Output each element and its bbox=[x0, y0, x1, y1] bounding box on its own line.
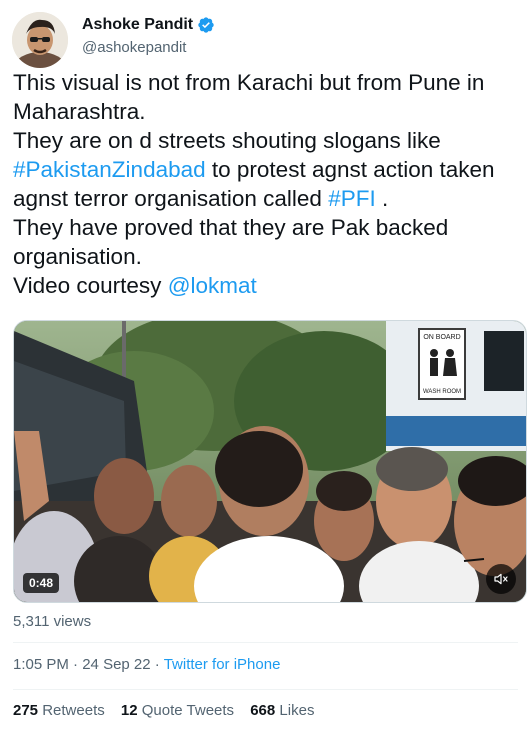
tweet-text-line: agnst terror organisation called #PFI . bbox=[13, 184, 518, 213]
hashtag-link[interactable]: #PFI bbox=[328, 186, 376, 211]
retweets-stat[interactable]: 275 Retweets bbox=[13, 702, 105, 719]
video-duration: 0:48 bbox=[23, 573, 60, 593]
video-player[interactable]: ON BOARD WASH ROOM 0:48 bbox=[13, 320, 527, 603]
meta-separator: · bbox=[68, 656, 83, 673]
tweet-text-line: Video courtesy @lokmat bbox=[13, 271, 518, 300]
mention-link[interactable]: @lokmat bbox=[168, 273, 257, 298]
tweet-text-segment: Maharashtra. bbox=[13, 99, 146, 124]
likes-stat[interactable]: 668 Likes bbox=[250, 702, 314, 719]
display-name[interactable]: Ashoke Pandit bbox=[82, 16, 193, 34]
tweet-source-link[interactable]: Twitter for iPhone bbox=[164, 656, 281, 673]
tweet-text-segment: They are on d streets shouting slogans l… bbox=[13, 128, 441, 153]
hashtag-link[interactable]: #PakistanZindabad bbox=[13, 157, 206, 182]
bus-sign-bottom: WASH ROOM bbox=[423, 389, 461, 395]
mute-button[interactable] bbox=[486, 564, 516, 594]
quote-tweets-stat[interactable]: 12 Quote Tweets bbox=[121, 702, 234, 719]
engagement-stats: 275 Retweets 12 Quote Tweets 668 Likes bbox=[13, 702, 326, 719]
tweet-text-line: They have proved that they are Pak backe… bbox=[13, 213, 518, 242]
tweet-time[interactable]: 1:05 PM bbox=[13, 656, 69, 673]
divider bbox=[13, 642, 518, 643]
tweet-text: This visual is not from Karachi but from… bbox=[13, 68, 518, 300]
bus-sign-top: ON BOARD bbox=[423, 334, 460, 341]
tweet-date[interactable]: 24 Sep 22 bbox=[82, 656, 150, 673]
speaker-muted-icon bbox=[494, 573, 508, 585]
handle[interactable]: @ashokepandit bbox=[82, 39, 215, 56]
avatar-photo bbox=[12, 12, 68, 68]
view-count: 5,311 views bbox=[13, 613, 92, 630]
tweet-text-segment: Video courtesy bbox=[13, 273, 168, 298]
tweet-text-segment: . bbox=[375, 186, 389, 211]
retweets-label: Retweets bbox=[42, 702, 105, 719]
tweet-text-line: This visual is not from Karachi but from… bbox=[13, 68, 518, 97]
avatar[interactable] bbox=[12, 12, 68, 68]
tweet-text-segment: to protest agnst action taken bbox=[205, 157, 495, 182]
quote-tweets-label: Quote Tweets bbox=[141, 702, 235, 719]
tweet-text-segment: agnst terror organisation called bbox=[13, 186, 329, 211]
retweets-count: 275 bbox=[13, 702, 39, 719]
likes-count: 668 bbox=[250, 702, 276, 719]
tweet-header: Ashoke Pandit @ashokepandit bbox=[12, 10, 517, 68]
divider bbox=[13, 689, 518, 690]
tweet-text-segment: This visual is not from Karachi but from… bbox=[13, 70, 485, 95]
tweet-text-line: organisation. bbox=[13, 242, 518, 271]
tweet-metadata: 1:05 PM · 24 Sep 22 · Twitter for iPhone bbox=[13, 656, 280, 673]
meta-separator: · bbox=[150, 656, 164, 673]
verified-badge-icon bbox=[197, 16, 215, 34]
quote-tweets-count: 12 bbox=[120, 702, 138, 719]
tweet-text-segment: They have proved that they are Pak backe… bbox=[13, 215, 449, 240]
tweet-text-line: Maharashtra. bbox=[13, 97, 518, 126]
likes-label: Likes bbox=[279, 702, 315, 719]
tweet-text-segment: organisation. bbox=[13, 244, 142, 269]
tweet-text-line: #PakistanZindabad to protest agnst actio… bbox=[13, 155, 518, 184]
tweet-text-line: They are on d streets shouting slogans l… bbox=[13, 126, 518, 155]
video-frame: ON BOARD WASH ROOM bbox=[14, 321, 526, 602]
